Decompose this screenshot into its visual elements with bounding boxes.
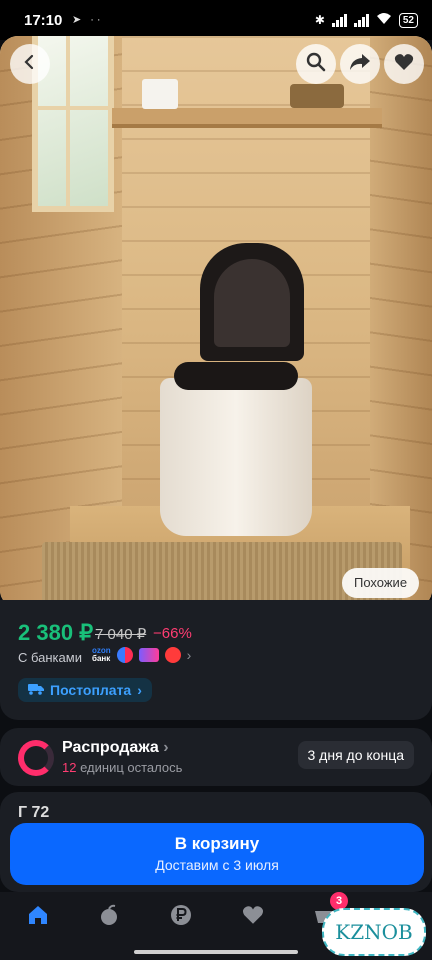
status-right: ✱ 52: [315, 12, 418, 28]
wifi-icon: [376, 12, 392, 28]
battery-indicator: 52: [398, 12, 418, 28]
back-icon: [21, 53, 39, 76]
bank-logo-icon: [116, 647, 133, 663]
current-price: 2 380 ₽: [18, 620, 94, 645]
banks-label: С банками: [18, 650, 82, 665]
image-toilet-paper: [142, 79, 178, 109]
image-toilet-lid: [200, 243, 304, 361]
nav-favorites[interactable]: [238, 904, 268, 930]
back-button[interactable]: [10, 44, 50, 84]
home-icon: [27, 905, 49, 930]
similar-button[interactable]: Похожие: [342, 568, 420, 598]
share-icon: [349, 52, 371, 77]
delivery-date: Доставим с 3 июля: [155, 857, 279, 873]
signal-2-icon: [353, 13, 369, 27]
chevron-right-icon: ›: [137, 682, 142, 698]
nav-finance[interactable]: [166, 904, 196, 930]
signal-icon: [331, 13, 347, 27]
nav-fresh[interactable]: [94, 904, 124, 930]
bank-logos[interactable]: ozon банк ›: [92, 647, 191, 663]
chevron-right-icon: ›: [186, 647, 192, 663]
add-to-cart-label: В корзину: [174, 834, 260, 853]
search-button[interactable]: [296, 44, 336, 84]
product-image[interactable]: [0, 36, 432, 608]
watermark: KZNOB: [322, 908, 426, 956]
status-time: 17:10: [24, 12, 63, 29]
ruble-icon: [170, 904, 192, 931]
heart-icon: [394, 53, 414, 76]
bank-logo-icon: [138, 648, 159, 662]
sale-remaining: 12 единиц осталось: [62, 760, 183, 775]
postpay-button[interactable]: Постоплата ›: [18, 678, 152, 702]
sale-card[interactable]: Распродажа › 12 единиц осталось 3 дня до…: [0, 728, 432, 786]
bank-logo-icon: [164, 647, 181, 663]
image-toilet-seat: [174, 362, 298, 390]
sale-title: Распродажа ›: [62, 739, 169, 756]
image-shelf: [112, 108, 382, 128]
ozon-bank-logo: ozon банк: [92, 646, 111, 663]
notification-icons: ➤ ··: [72, 14, 104, 26]
image-toilet-body: [160, 378, 312, 536]
price-card: 2 380 ₽ 7 040 ₽ −66% С банками ozon банк …: [0, 600, 432, 720]
next-section-text: Г 72: [18, 804, 50, 821]
share-button[interactable]: [340, 44, 380, 84]
sale-days-left: 3 дня до конца: [297, 741, 414, 769]
favorite-button[interactable]: [384, 44, 424, 84]
status-bar: 17:10 ➤ ·· ✱ 52: [0, 0, 432, 40]
sale-progress-icon: [18, 740, 54, 776]
fruit-icon: [98, 904, 120, 931]
nav-home[interactable]: [23, 904, 53, 930]
discount-badge: −66%: [153, 625, 192, 642]
search-icon: [306, 52, 326, 77]
postpay-label: Постоплата: [50, 682, 132, 698]
bluetooth-icon: ✱: [314, 13, 325, 27]
add-to-cart-button[interactable]: В корзину Доставим с 3 июля: [10, 823, 424, 885]
image-basket: [290, 84, 344, 108]
home-indicator[interactable]: [134, 950, 298, 954]
truck-icon: [28, 678, 44, 702]
heart-icon: [242, 905, 264, 930]
old-price: 7 040 ₽: [95, 626, 147, 643]
